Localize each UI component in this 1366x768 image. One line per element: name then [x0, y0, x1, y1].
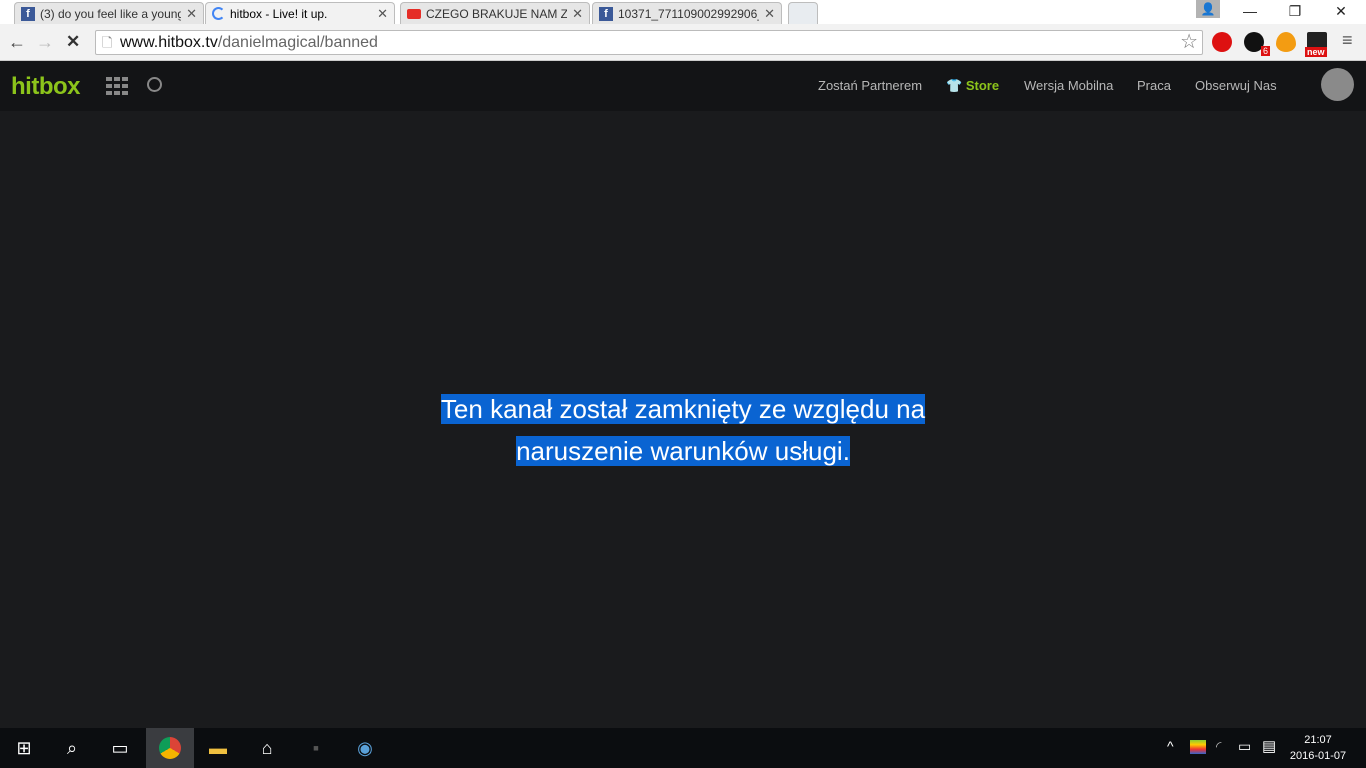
- bookmark-star-icon[interactable]: ☆: [1180, 31, 1198, 54]
- new-tab-button[interactable]: [788, 2, 818, 24]
- back-button[interactable]: ←: [8, 32, 26, 53]
- facebook-icon: f: [599, 6, 613, 21]
- nav-mobile[interactable]: Wersja Mobilna: [1024, 78, 1113, 93]
- clock[interactable]: 21:07 2016-01-07: [1288, 732, 1348, 764]
- address-bar[interactable]: 🗋 www.hitbox.tv/danielmagical/banned ☆: [95, 30, 1203, 55]
- stop-button[interactable]: ✕: [66, 32, 80, 52]
- browser-toolbar: ← → ✕ 🗋 www.hitbox.tv/danielmagical/bann…: [0, 24, 1366, 61]
- site-header: hitbox Zostań Partnerem 👕 Store Wersja M…: [0, 61, 1366, 111]
- nav-partner[interactable]: Zostań Partnerem: [818, 78, 922, 93]
- close-tab-icon[interactable]: ✕: [377, 6, 388, 22]
- notifications-icon[interactable]: ▤: [1262, 737, 1276, 755]
- tab-facebook-1[interactable]: f (3) do you feel like a young ✕: [14, 2, 204, 24]
- forward-button[interactable]: →: [36, 32, 54, 53]
- steam-icon[interactable]: ◉: [341, 728, 389, 768]
- steam-extension-icon[interactable]: new: [1305, 32, 1327, 57]
- restore-button[interactable]: ❐: [1272, 0, 1318, 22]
- nav-follow[interactable]: Obserwuj Nas: [1195, 78, 1277, 93]
- app-icon[interactable]: ▪: [292, 728, 340, 768]
- hitbox-logo[interactable]: hitbox: [11, 73, 81, 101]
- user-avatar[interactable]: [1321, 68, 1354, 101]
- facebook-icon: f: [21, 6, 35, 21]
- show-hidden-icons[interactable]: ^: [1167, 738, 1174, 754]
- task-view-button[interactable]: ▭: [96, 728, 144, 768]
- start-button[interactable]: ⊞: [0, 728, 48, 768]
- close-tab-icon[interactable]: ✕: [764, 6, 775, 22]
- page-icon: 🗋: [102, 35, 113, 50]
- loading-icon: [212, 7, 225, 20]
- file-explorer-icon[interactable]: ▬: [194, 728, 242, 768]
- tab-facebook-2[interactable]: f 10371_771109002992906_ ✕: [592, 2, 782, 24]
- nav-jobs[interactable]: Praca: [1137, 78, 1171, 93]
- fire-extension-icon[interactable]: [1276, 32, 1296, 52]
- battery-icon[interactable]: ▭: [1238, 738, 1251, 755]
- close-tab-icon[interactable]: ✕: [572, 6, 583, 22]
- chrome-taskbar-icon[interactable]: [146, 728, 194, 768]
- home-icon[interactable]: ⌂: [243, 728, 291, 768]
- minimize-button[interactable]: —: [1227, 0, 1273, 22]
- taskbar: ⊞ ⌕ ▭ ▬ ⌂ ▪ ◉ ^ ◜ ▭ ▤ 21:07 2016-01-07: [0, 728, 1366, 768]
- search-icon[interactable]: [147, 77, 162, 92]
- youtube-icon: [407, 8, 421, 19]
- tshirt-icon: 👕: [946, 78, 966, 93]
- tab-hitbox[interactable]: hitbox - Live! it up. ✕: [205, 2, 395, 24]
- nav-store[interactable]: 👕 Store: [946, 78, 999, 94]
- close-tab-icon[interactable]: ✕: [186, 6, 197, 22]
- banned-message: Ten kanał został zamknięty ze względu na…: [440, 394, 926, 466]
- tab-strip: f (3) do you feel like a young ✕ hitbox - …: [0, 0, 1366, 24]
- apps-grid-icon[interactable]: [106, 77, 128, 95]
- adblock-icon[interactable]: [1212, 32, 1232, 52]
- tab-youtube[interactable]: CZEGO BRAKUJE NAM Z C ✕: [400, 2, 590, 24]
- search-button[interactable]: ⌕: [48, 728, 96, 768]
- menu-icon[interactable]: ≡: [1342, 30, 1353, 51]
- close-window-button[interactable]: ✕: [1318, 0, 1364, 22]
- profile-icon[interactable]: 👤: [1196, 0, 1220, 18]
- bluestacks-icon[interactable]: [1190, 740, 1206, 754]
- csgo-extension-icon[interactable]: 6: [1244, 32, 1270, 56]
- wifi-icon[interactable]: ◜: [1216, 738, 1221, 755]
